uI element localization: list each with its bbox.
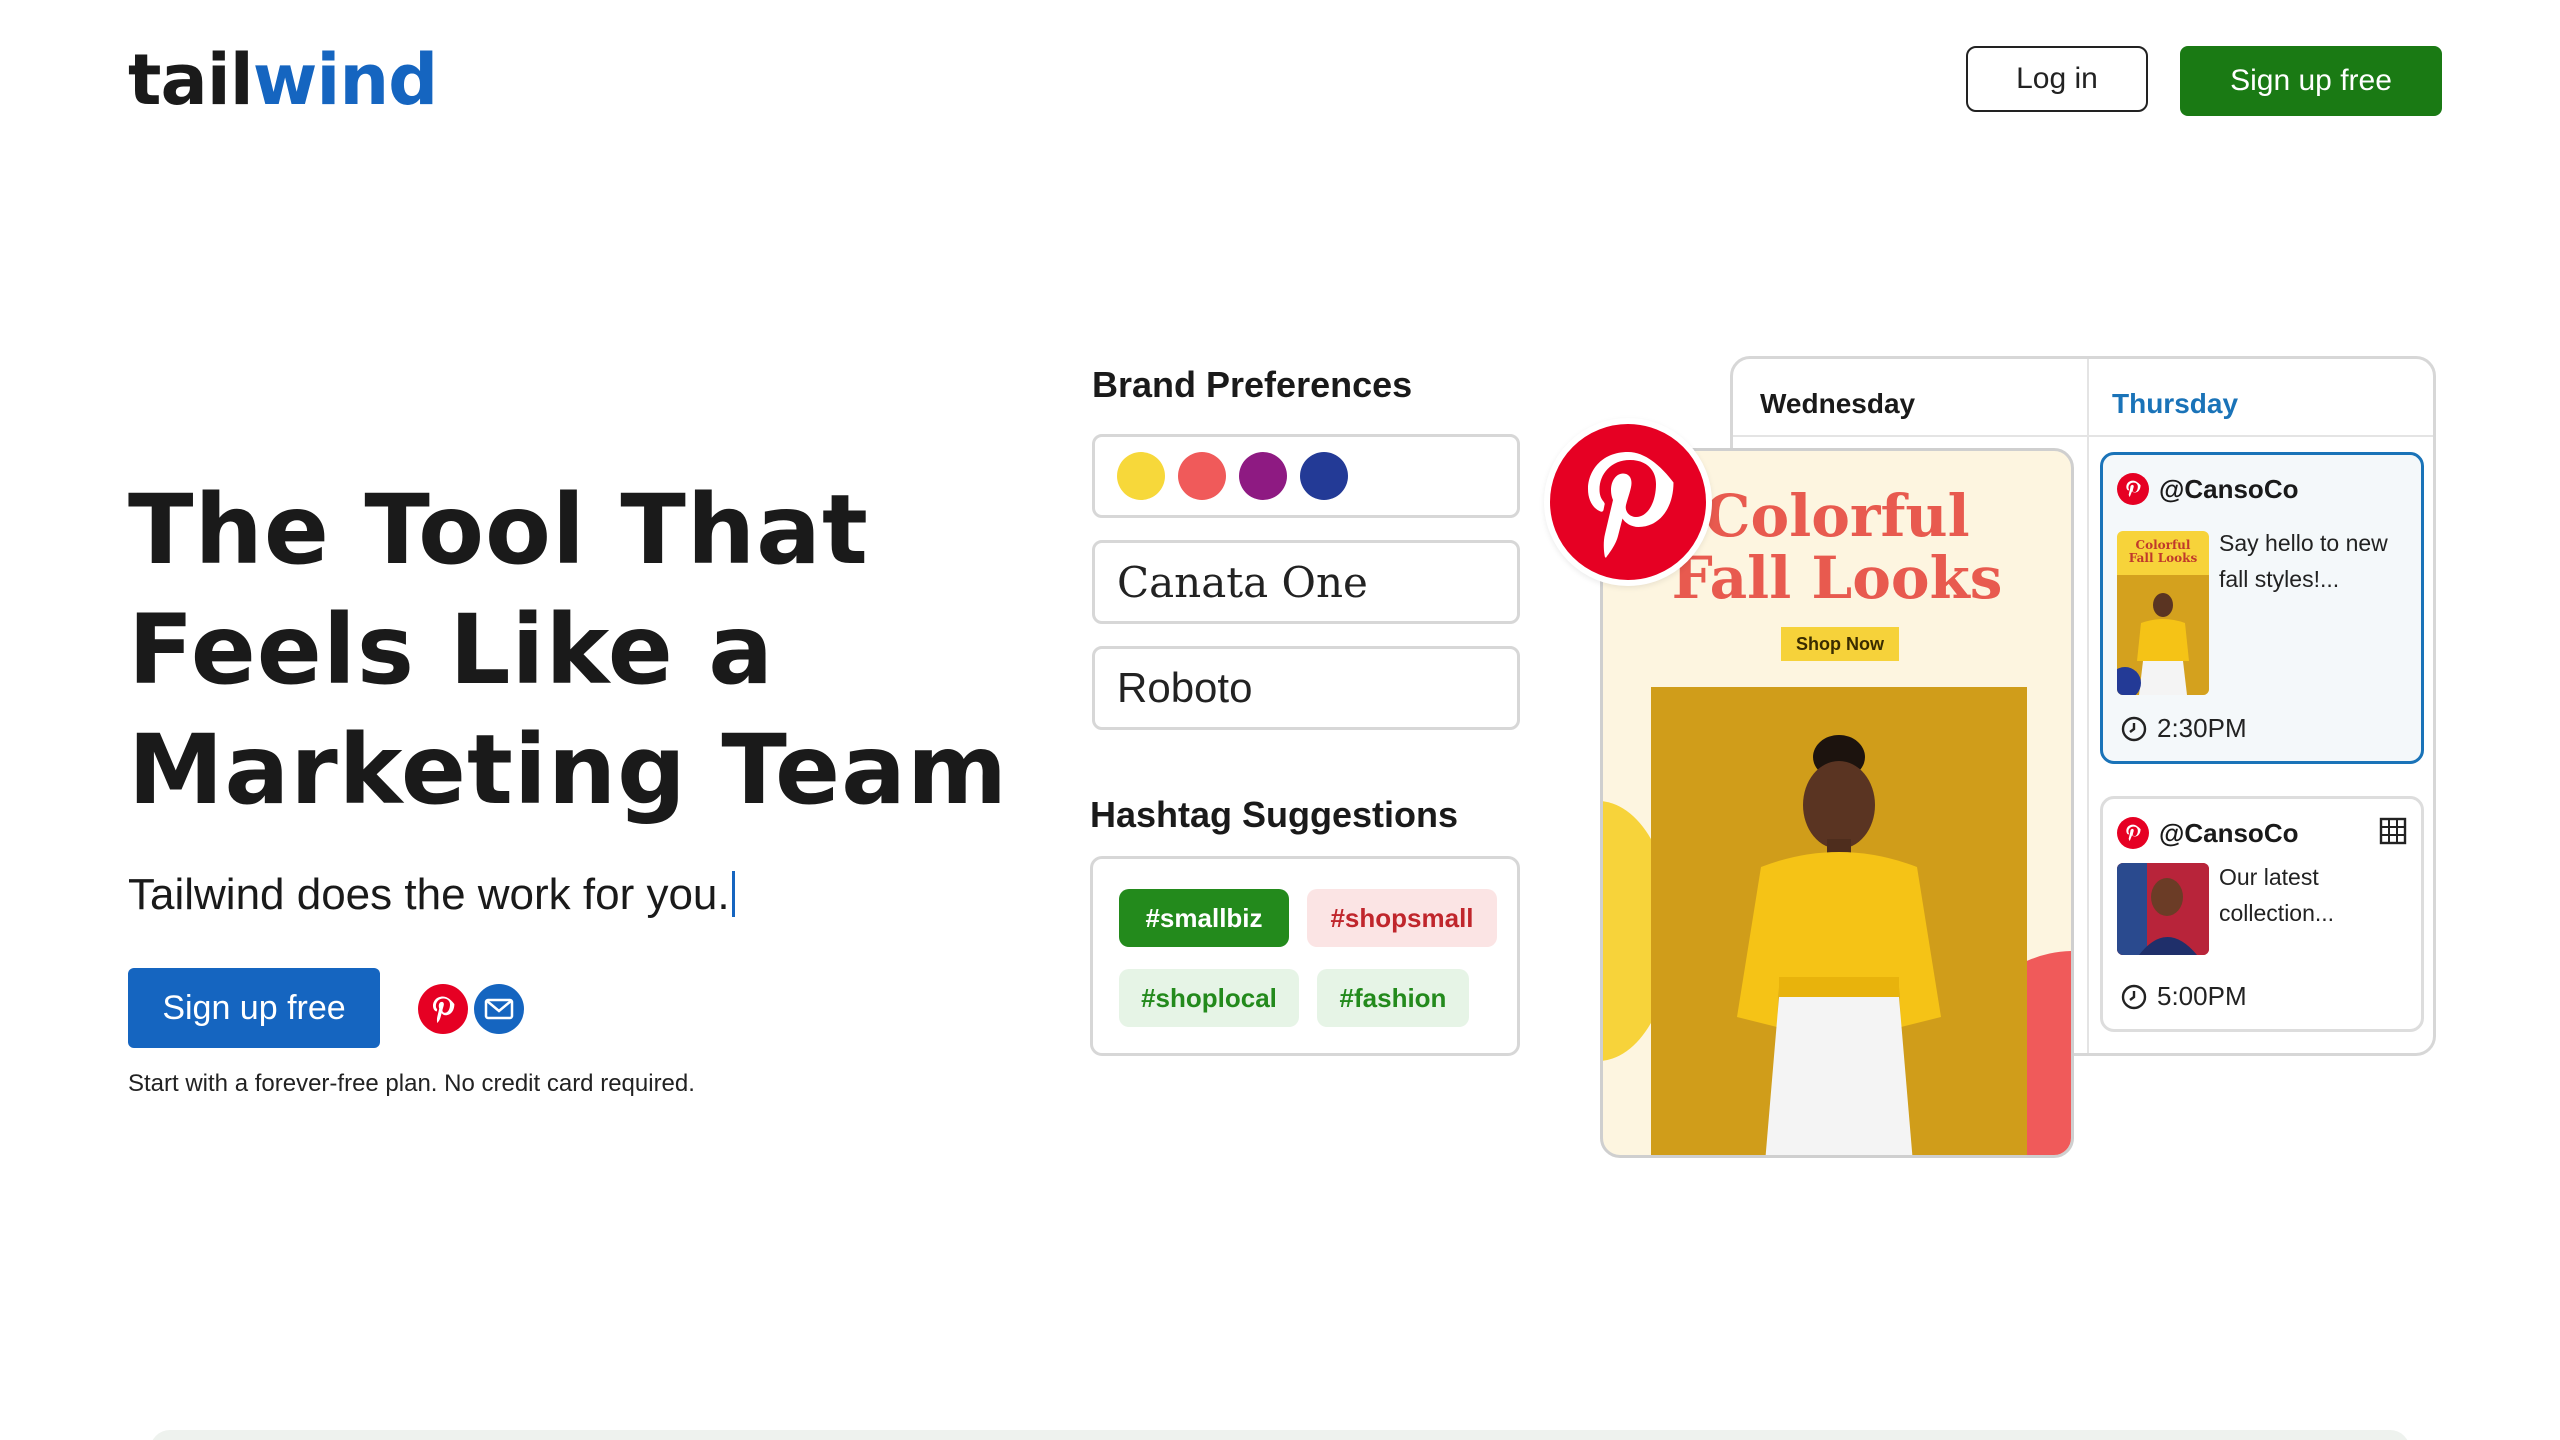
color-swatch[interactable] xyxy=(1239,452,1287,500)
hashtag-chip[interactable]: #shoplocal xyxy=(1119,969,1299,1027)
typing-caret xyxy=(731,871,735,917)
logo-text-tail: tail xyxy=(128,39,254,121)
hashtag-chip[interactable]: #smallbiz xyxy=(1119,889,1289,947)
mail-icon[interactable] xyxy=(474,984,524,1034)
post-thumbnail-caption: Colorful Fall Looks xyxy=(2128,538,2198,565)
pinterest-icon xyxy=(2117,817,2149,849)
grid-icon[interactable] xyxy=(2379,817,2407,850)
post-thumbnail xyxy=(2117,863,2209,955)
hero-title: The Tool That Feels Like a Marketing Tea… xyxy=(128,470,1028,830)
color-swatch[interactable] xyxy=(1178,452,1226,500)
logo-text-wind: wind xyxy=(252,39,439,121)
hero-subtitle: Tailwind does the work for you. xyxy=(128,870,735,920)
hashtag-suggestions-panel: #smallbiz #shopsmall #shoplocal #fashion xyxy=(1090,856,1520,1056)
color-swatch[interactable] xyxy=(1300,452,1348,500)
pinterest-logo-icon xyxy=(1544,418,1712,586)
post-caption: Our latest collection... xyxy=(2219,864,2335,926)
hero-signup-button[interactable]: Sign up free xyxy=(128,968,380,1048)
clock-icon xyxy=(2121,716,2147,741)
calendar-day-wednesday: Wednesday xyxy=(1760,388,1916,419)
login-button[interactable]: Log in xyxy=(1966,46,2148,112)
hero-title-line-1: The Tool That xyxy=(128,474,869,586)
hashtag-suggestions-title: Hashtag Suggestions xyxy=(1090,794,1459,835)
hero-title-line-2: Feels Like a xyxy=(128,594,775,706)
brand-font-secondary[interactable]: Roboto xyxy=(1092,646,1520,730)
post-time-text: 2:30PM xyxy=(2157,713,2247,743)
brand-preferences-title: Brand Preferences xyxy=(1092,364,1413,405)
hashtag-chip[interactable]: #shopsmall xyxy=(1307,889,1497,947)
calendar-header-line xyxy=(1733,435,2433,437)
scheduled-post[interactable]: @CansoCo Our latest collection... 5:00PM xyxy=(2100,796,2424,1032)
header-signup-button[interactable]: Sign up free xyxy=(2180,46,2442,116)
hashtag-chip[interactable]: #fashion xyxy=(1317,969,1469,1027)
post-handle-text: @CansoCo xyxy=(2159,817,2299,848)
brand-font-primary[interactable]: Canata One xyxy=(1092,540,1520,624)
post-caption: Say hello to new fall styles!... xyxy=(2219,530,2388,592)
next-section-panel xyxy=(150,1430,2410,1440)
hero-title-line-3: Marketing Team xyxy=(128,714,1008,826)
hero-subtitle-text: Tailwind does the work for you. xyxy=(128,870,730,919)
scheduled-post[interactable]: @CansoCo Colorful Fall Looks Say hello t… xyxy=(2100,452,2424,764)
brand-color-palette[interactable] xyxy=(1092,434,1520,518)
hero-note: Start with a forever-free plan. No credi… xyxy=(128,1070,695,1097)
post-time: 2:30PM xyxy=(2121,713,2247,744)
post-account: @CansoCo xyxy=(2117,473,2298,505)
color-swatch[interactable] xyxy=(1117,452,1165,500)
calendar-day-thursday: Thursday xyxy=(2112,388,2239,419)
tailwind-logo[interactable]: tailwind xyxy=(128,39,439,121)
calendar-divider xyxy=(2087,359,2089,1053)
post-time: 5:00PM xyxy=(2121,981,2247,1012)
shop-now-button[interactable]: Shop Now xyxy=(1781,627,1899,661)
post-time-text: 5:00PM xyxy=(2157,981,2247,1011)
post-account: @CansoCo xyxy=(2117,817,2298,849)
post-handle-text: @CansoCo xyxy=(2159,473,2299,504)
pinterest-icon xyxy=(2117,473,2149,505)
post-thumbnail: Colorful Fall Looks xyxy=(2117,531,2209,695)
clock-icon xyxy=(2121,984,2147,1009)
pinterest-icon[interactable] xyxy=(418,984,468,1034)
pin-photo xyxy=(1651,687,2027,1155)
